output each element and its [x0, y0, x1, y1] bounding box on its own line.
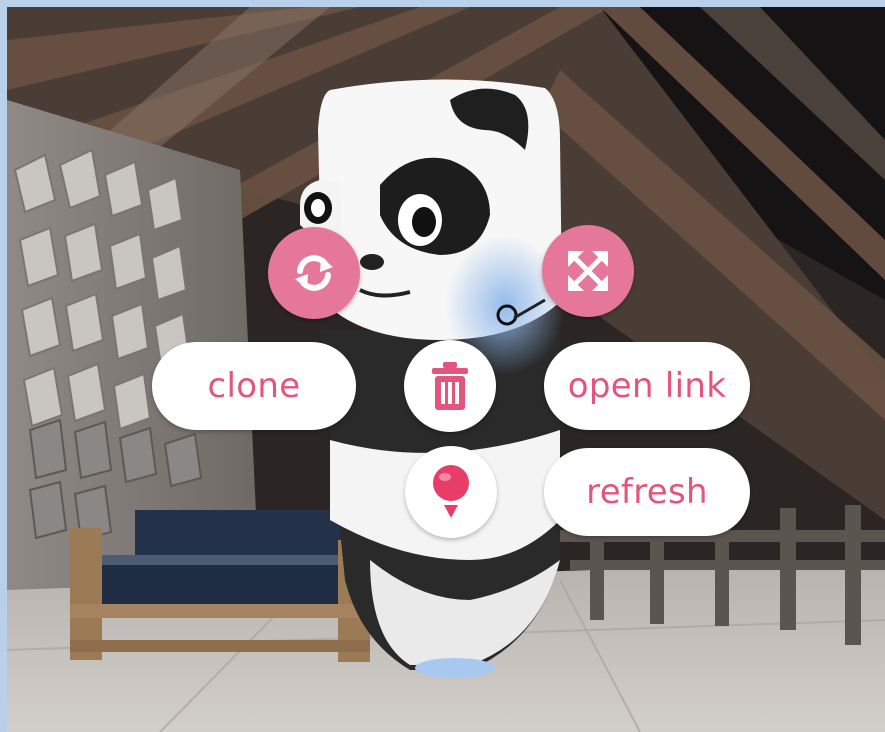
pin-button[interactable] [405, 446, 497, 538]
open-link-button[interactable]: open link [544, 342, 750, 430]
rotate-icon [295, 255, 333, 291]
scale-button[interactable] [542, 225, 634, 317]
clone-button[interactable]: clone [152, 342, 356, 430]
scale-arrows-icon [568, 251, 608, 291]
rotate-button[interactable] [268, 227, 360, 319]
open-link-label: open link [567, 366, 727, 406]
refresh-button[interactable]: refresh [544, 448, 750, 536]
remove-button[interactable] [404, 340, 496, 432]
refresh-label: refresh [586, 472, 708, 512]
trash-icon [432, 362, 468, 410]
clone-label: clone [207, 366, 301, 406]
pin-icon [433, 465, 469, 518]
